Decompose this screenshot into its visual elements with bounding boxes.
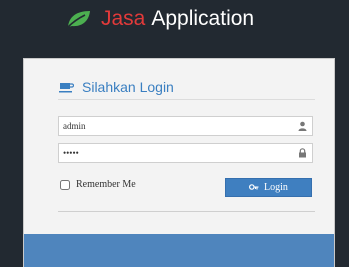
login-button[interactable]: Login	[225, 178, 312, 197]
login-title: Silahkan Login	[82, 79, 174, 95]
remember-me-label: Remember Me	[76, 179, 136, 190]
panel-footer-bar	[24, 234, 334, 267]
brand-name-jasa: Jasa	[101, 7, 146, 30]
login-button-label: Login	[264, 182, 288, 193]
login-heading: Silahkan Login	[59, 79, 174, 95]
password-input[interactable]	[59, 144, 284, 162]
form-divider	[58, 211, 315, 212]
key-icon	[249, 183, 259, 190]
coffee-cup-icon	[59, 82, 74, 92]
brand-name-application: Application	[151, 7, 255, 30]
leaf-icon	[67, 11, 90, 28]
remember-me-checkbox[interactable]	[60, 179, 70, 190]
lock-icon	[299, 148, 306, 158]
login-panel: Silahkan Login Remember Me	[23, 58, 335, 267]
brand: Jasa Application	[66, 4, 254, 34]
password-field-box	[58, 143, 313, 163]
remember-me[interactable]: Remember Me	[60, 179, 136, 190]
user-icon	[298, 121, 307, 131]
app-screen: Jasa Application Silahkan Login admin Re…	[0, 0, 349, 267]
heading-divider	[58, 99, 315, 100]
username-input[interactable]	[59, 117, 284, 135]
username-field-box	[58, 116, 313, 136]
